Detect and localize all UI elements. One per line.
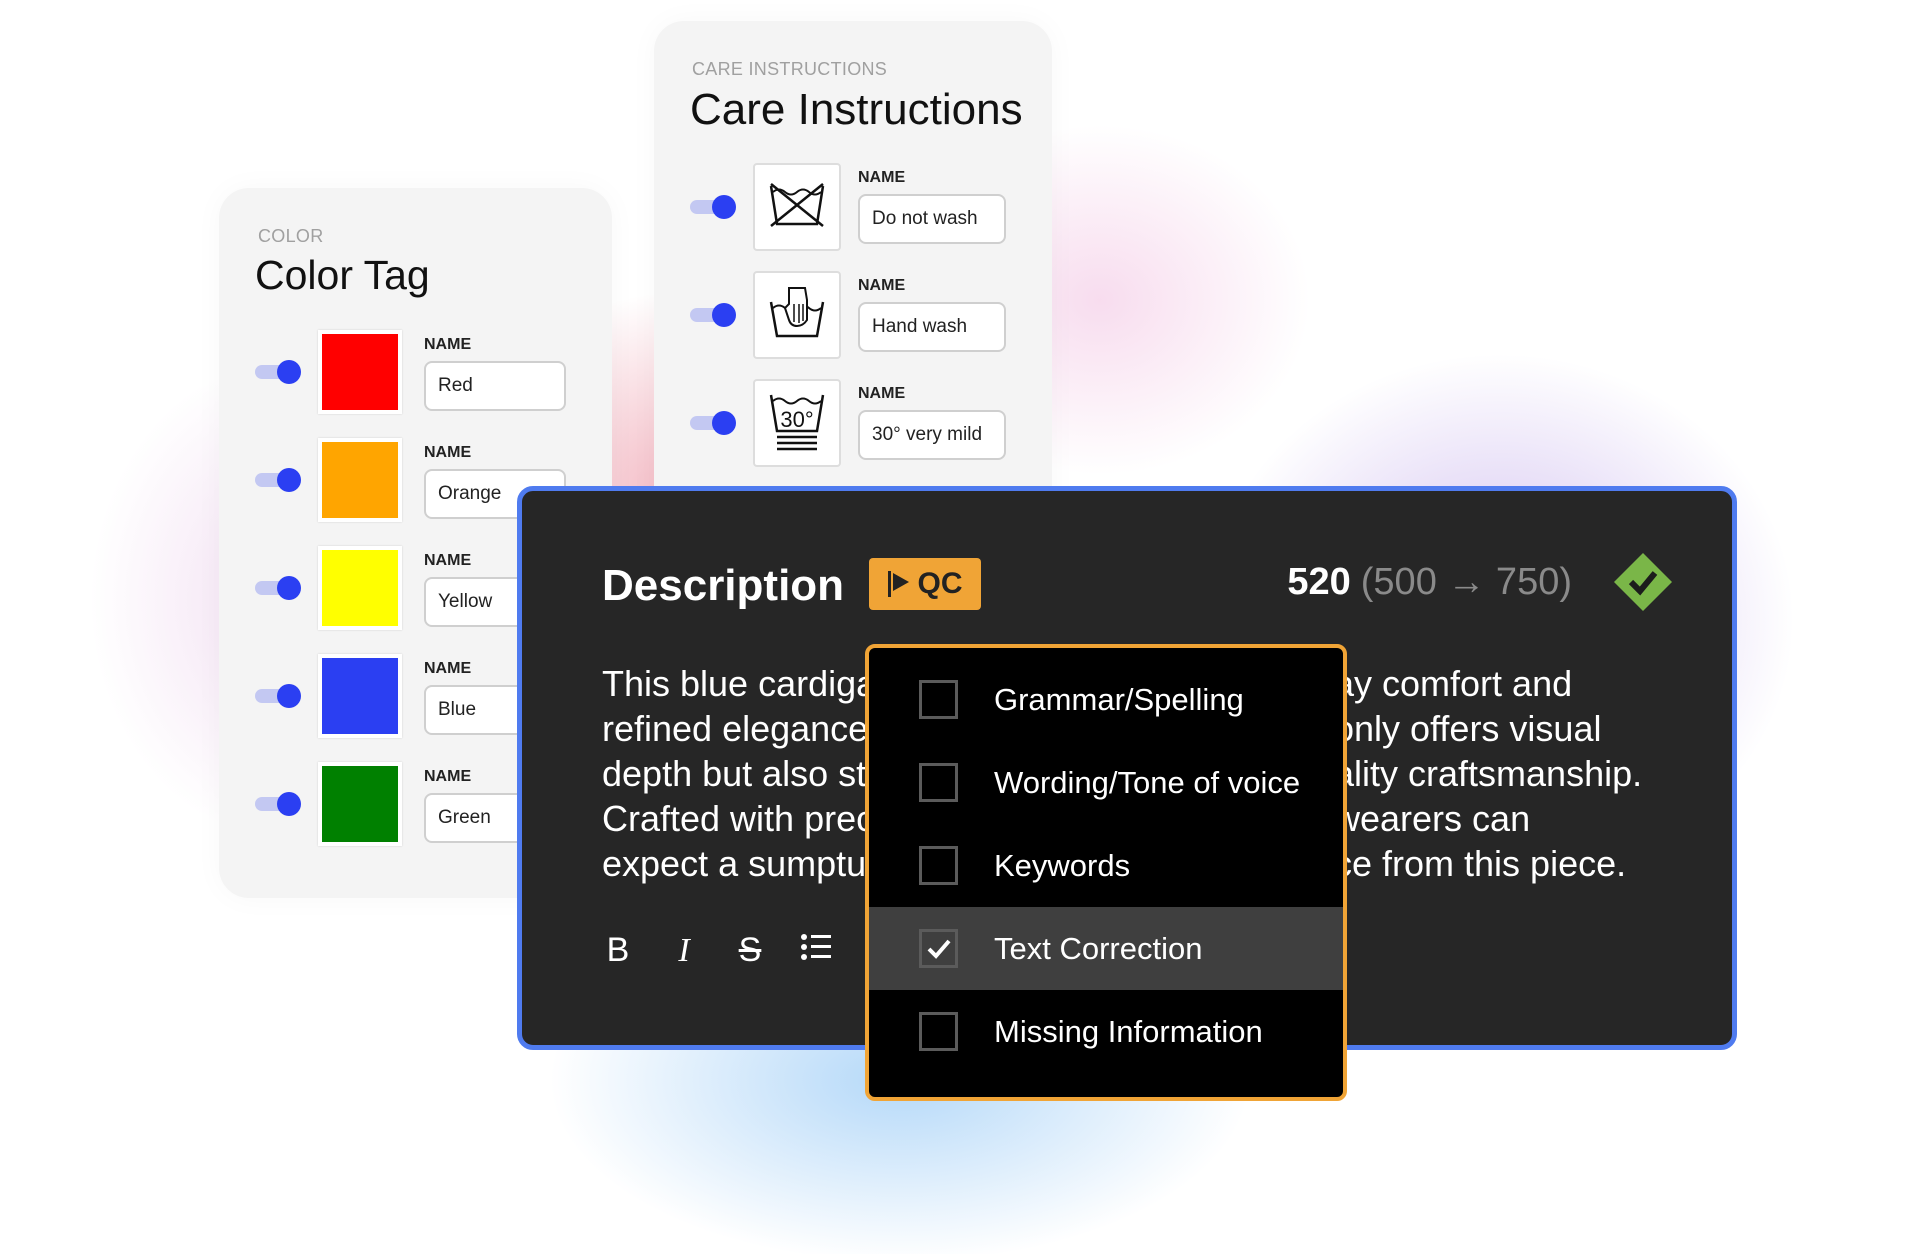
color-swatch[interactable] [318, 546, 402, 630]
card-title: Care Instructions [690, 85, 1023, 134]
do-not-wash-icon [767, 182, 827, 233]
name-label: NAME [424, 660, 472, 677]
toggle-knob [277, 468, 301, 492]
qc-label: QC [917, 567, 963, 600]
text-line: ce from this piece. [1342, 843, 1627, 884]
qc-menu-item[interactable]: Keywords [869, 824, 1343, 907]
text-line: wearers can [1342, 798, 1531, 839]
name-label: NAME [424, 552, 472, 569]
toggle-knob [277, 576, 301, 600]
checkmark-icon [927, 939, 951, 959]
card-title: Color Tag [255, 252, 430, 298]
qc-menu-item[interactable]: Text Correction [869, 907, 1343, 990]
color-name-input[interactable]: Red [424, 361, 566, 411]
care-name-input[interactable]: 30° very mild [858, 410, 1006, 460]
text-line: expect a sumptu [602, 843, 867, 884]
care-toggle[interactable] [690, 194, 736, 220]
text-line: ality craftsmanship. [1342, 753, 1643, 794]
color-swatch[interactable] [318, 654, 402, 738]
name-label: NAME [858, 385, 906, 402]
qc-menu-item[interactable]: Missing Information [869, 990, 1343, 1073]
flag-icon [887, 571, 909, 597]
menu-item-label: Wording/Tone of voice [994, 764, 1301, 800]
care-name-input[interactable]: Do not wash [858, 194, 1006, 244]
color-swatch[interactable] [318, 330, 402, 414]
name-label: NAME [424, 768, 472, 785]
description-text[interactable]: This blue cardiga refined elegance depth b… [602, 661, 876, 886]
character-count: 520 (500 → 750) [1287, 561, 1572, 604]
italic-button[interactable]: I [668, 932, 700, 970]
count-value: 520 [1287, 561, 1351, 603]
bullet-list-button[interactable] [800, 931, 832, 970]
text-line: only offers visual [1342, 708, 1602, 749]
care-toggle[interactable] [690, 410, 736, 436]
name-label: NAME [424, 444, 472, 461]
format-toolbar: B I S [602, 931, 832, 970]
checkbox[interactable] [919, 846, 958, 885]
checkbox[interactable] [919, 929, 958, 968]
checkbox[interactable] [919, 763, 958, 802]
menu-item-label: Missing Information [994, 1013, 1263, 1049]
strikethrough-button[interactable]: S [734, 931, 766, 970]
care-icon-box[interactable]: 30° [753, 379, 841, 467]
care-icon-box[interactable] [753, 163, 841, 251]
name-label: NAME [858, 277, 906, 294]
menu-item-label: Grammar/Spelling [994, 681, 1244, 717]
checkbox[interactable] [919, 680, 958, 719]
card-eyebrow: COLOR [258, 226, 324, 246]
qc-dropdown-menu: Grammar/Spelling Wording/Tone of voice Key… [865, 644, 1347, 1101]
checkbox[interactable] [919, 1012, 958, 1051]
text-line: ay comfort and [1342, 663, 1573, 704]
name-label: NAME [858, 169, 906, 186]
care-toggle[interactable] [690, 302, 736, 328]
color-toggle[interactable] [255, 359, 301, 385]
bold-button[interactable]: B [602, 931, 634, 970]
qc-menu-item[interactable]: Wording/Tone of voice [869, 741, 1343, 824]
description-text-continued[interactable]: ay comfort and only offers visual ality cr… [1342, 661, 1732, 886]
list-icon [801, 934, 831, 960]
toggle-knob [277, 792, 301, 816]
card-eyebrow: CARE INSTRUCTIONS [692, 59, 888, 79]
toggle-knob [277, 684, 301, 708]
toggle-knob [712, 195, 736, 219]
toggle-knob [712, 411, 736, 435]
menu-item-label: Keywords [994, 847, 1131, 883]
text-line: Crafted with prec [602, 798, 875, 839]
color-toggle[interactable] [255, 683, 301, 709]
color-swatch[interactable] [318, 438, 402, 522]
color-toggle[interactable] [255, 575, 301, 601]
toggle-knob [277, 360, 301, 384]
color-swatch[interactable] [318, 762, 402, 846]
text-line: This blue cardiga [602, 663, 877, 704]
color-toggle[interactable] [255, 791, 301, 817]
count-range: (500 → 750) [1360, 561, 1572, 603]
name-label: NAME [424, 336, 472, 353]
wash-30-very-mild-icon: 30° [767, 391, 827, 456]
color-toggle[interactable] [255, 467, 301, 493]
svg-text:30°: 30° [780, 407, 813, 432]
hand-wash-icon [767, 286, 827, 345]
qc-menu-item[interactable]: Grammar/Spelling [869, 658, 1343, 741]
menu-item-label: Text Correction [994, 930, 1203, 966]
text-line: depth but also st [602, 753, 867, 794]
care-icon-box[interactable] [753, 271, 841, 359]
description-title: Description [602, 561, 845, 610]
toggle-knob [712, 303, 736, 327]
care-name-input[interactable]: Hand wash [858, 302, 1006, 352]
text-line: refined elegance [602, 708, 869, 749]
valid-check-icon [1614, 553, 1672, 611]
qc-button[interactable]: QC [869, 558, 981, 610]
